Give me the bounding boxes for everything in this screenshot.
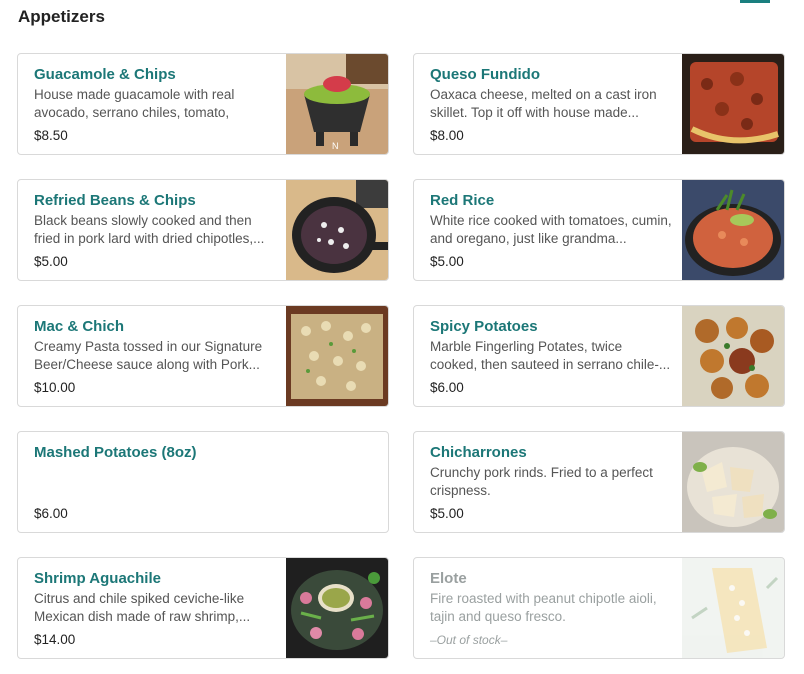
item-price: $6.00 bbox=[34, 506, 68, 521]
item-price: $14.00 bbox=[34, 632, 76, 647]
item-text: Chicharrones Crunchy pork rinds. Fried t… bbox=[430, 443, 672, 523]
menu-item-mac-chich[interactable]: Mac & Chich Creamy Pasta tossed in our S… bbox=[17, 305, 389, 407]
out-of-stock-label: –Out of stock– bbox=[430, 633, 508, 647]
item-description: Fire roasted with peanut chipotle aioli,… bbox=[430, 591, 657, 624]
item-text: Refried Beans & Chips Black beans slowly… bbox=[34, 191, 276, 271]
menu-item-refried-beans-chips[interactable]: Refried Beans & Chips Black beans slowly… bbox=[17, 179, 389, 281]
item-name: Queso Fundido bbox=[430, 66, 540, 83]
item-name: Shrimp Aguachile bbox=[34, 570, 161, 587]
item-text: Mashed Potatoes (8oz) $6.00 bbox=[34, 443, 372, 523]
item-description: Oaxaca cheese, melted on a cast iron ski… bbox=[430, 87, 657, 120]
item-price: $6.00 bbox=[430, 380, 464, 395]
menu-item-red-rice[interactable]: Red Rice White rice cooked with tomatoes… bbox=[413, 179, 785, 281]
menu-item-spicy-potatoes[interactable]: Spicy Potatoes Marble Fingerling Potates… bbox=[413, 305, 785, 407]
item-description: Black beans slowly cooked and then fried… bbox=[34, 213, 265, 246]
item-name: Elote bbox=[430, 570, 467, 587]
menu-item-guacamole-chips[interactable]: Guacamole & Chips House made guacamole w… bbox=[17, 53, 389, 155]
item-description: Crunchy pork rinds. Fried to a perfect c… bbox=[430, 465, 653, 498]
section-title: Appetizers bbox=[18, 7, 105, 26]
menu-item-elote[interactable]: Elote Fire roasted with peanut chipotle … bbox=[413, 557, 785, 659]
item-text: Mac & Chich Creamy Pasta tossed in our S… bbox=[34, 317, 276, 397]
item-price: $5.00 bbox=[430, 254, 464, 269]
queso-fundido-image bbox=[682, 54, 784, 154]
elote-image bbox=[682, 558, 784, 658]
item-text: Guacamole & Chips House made guacamole w… bbox=[34, 65, 276, 145]
item-description: Creamy Pasta tossed in our Signature Bee… bbox=[34, 339, 263, 372]
item-name: Mashed Potatoes (8oz) bbox=[34, 444, 197, 461]
item-name: Chicharrones bbox=[430, 444, 527, 461]
item-text: Shrimp Aguachile Citrus and chile spiked… bbox=[34, 569, 276, 649]
item-description: White rice cooked with tomatoes, cumin, … bbox=[430, 213, 672, 246]
mac-chich-image bbox=[286, 306, 388, 406]
item-price: $10.00 bbox=[34, 380, 76, 395]
menu-item-chicharrones[interactable]: Chicharrones Crunchy pork rinds. Fried t… bbox=[413, 431, 785, 533]
red-rice-image bbox=[682, 180, 784, 280]
item-name: Mac & Chich bbox=[34, 318, 125, 335]
item-price: $8.50 bbox=[34, 128, 68, 143]
guacamole-image: N bbox=[286, 54, 388, 154]
item-text: Queso Fundido Oaxaca cheese, melted on a… bbox=[430, 65, 672, 145]
item-text: Spicy Potatoes Marble Fingerling Potates… bbox=[430, 317, 672, 397]
menu-item-queso-fundido[interactable]: Queso Fundido Oaxaca cheese, melted on a… bbox=[413, 53, 785, 155]
svg-text:N: N bbox=[332, 141, 339, 151]
shrimp-aguachile-image bbox=[286, 558, 388, 658]
item-text: Elote Fire roasted with peanut chipotle … bbox=[430, 569, 672, 649]
item-name: Spicy Potatoes bbox=[430, 318, 538, 335]
menu-item-shrimp-aguachile[interactable]: Shrimp Aguachile Citrus and chile spiked… bbox=[17, 557, 389, 659]
item-description bbox=[34, 464, 372, 500]
item-price: $5.00 bbox=[430, 506, 464, 521]
item-name: Guacamole & Chips bbox=[34, 66, 176, 83]
item-name: Red Rice bbox=[430, 192, 495, 209]
item-description: Marble Fingerling Potates, twice cooked,… bbox=[430, 339, 671, 372]
item-description: Citrus and chile spiked ceviche-like Mex… bbox=[34, 591, 251, 624]
spicy-potatoes-image bbox=[682, 306, 784, 406]
item-name: Refried Beans & Chips bbox=[34, 192, 196, 209]
item-text: Red Rice White rice cooked with tomatoes… bbox=[430, 191, 672, 271]
refried-beans-image bbox=[286, 180, 388, 280]
active-tab-indicator bbox=[740, 0, 770, 3]
item-description: House made guacamole with real avocado, … bbox=[34, 87, 235, 120]
chicharrones-image bbox=[682, 432, 784, 532]
item-price: $8.00 bbox=[430, 128, 464, 143]
menu-grid: Guacamole & Chips House made guacamole w… bbox=[17, 53, 785, 659]
menu-item-mashed-potatoes[interactable]: Mashed Potatoes (8oz) $6.00 bbox=[17, 431, 389, 533]
item-price: $5.00 bbox=[34, 254, 68, 269]
